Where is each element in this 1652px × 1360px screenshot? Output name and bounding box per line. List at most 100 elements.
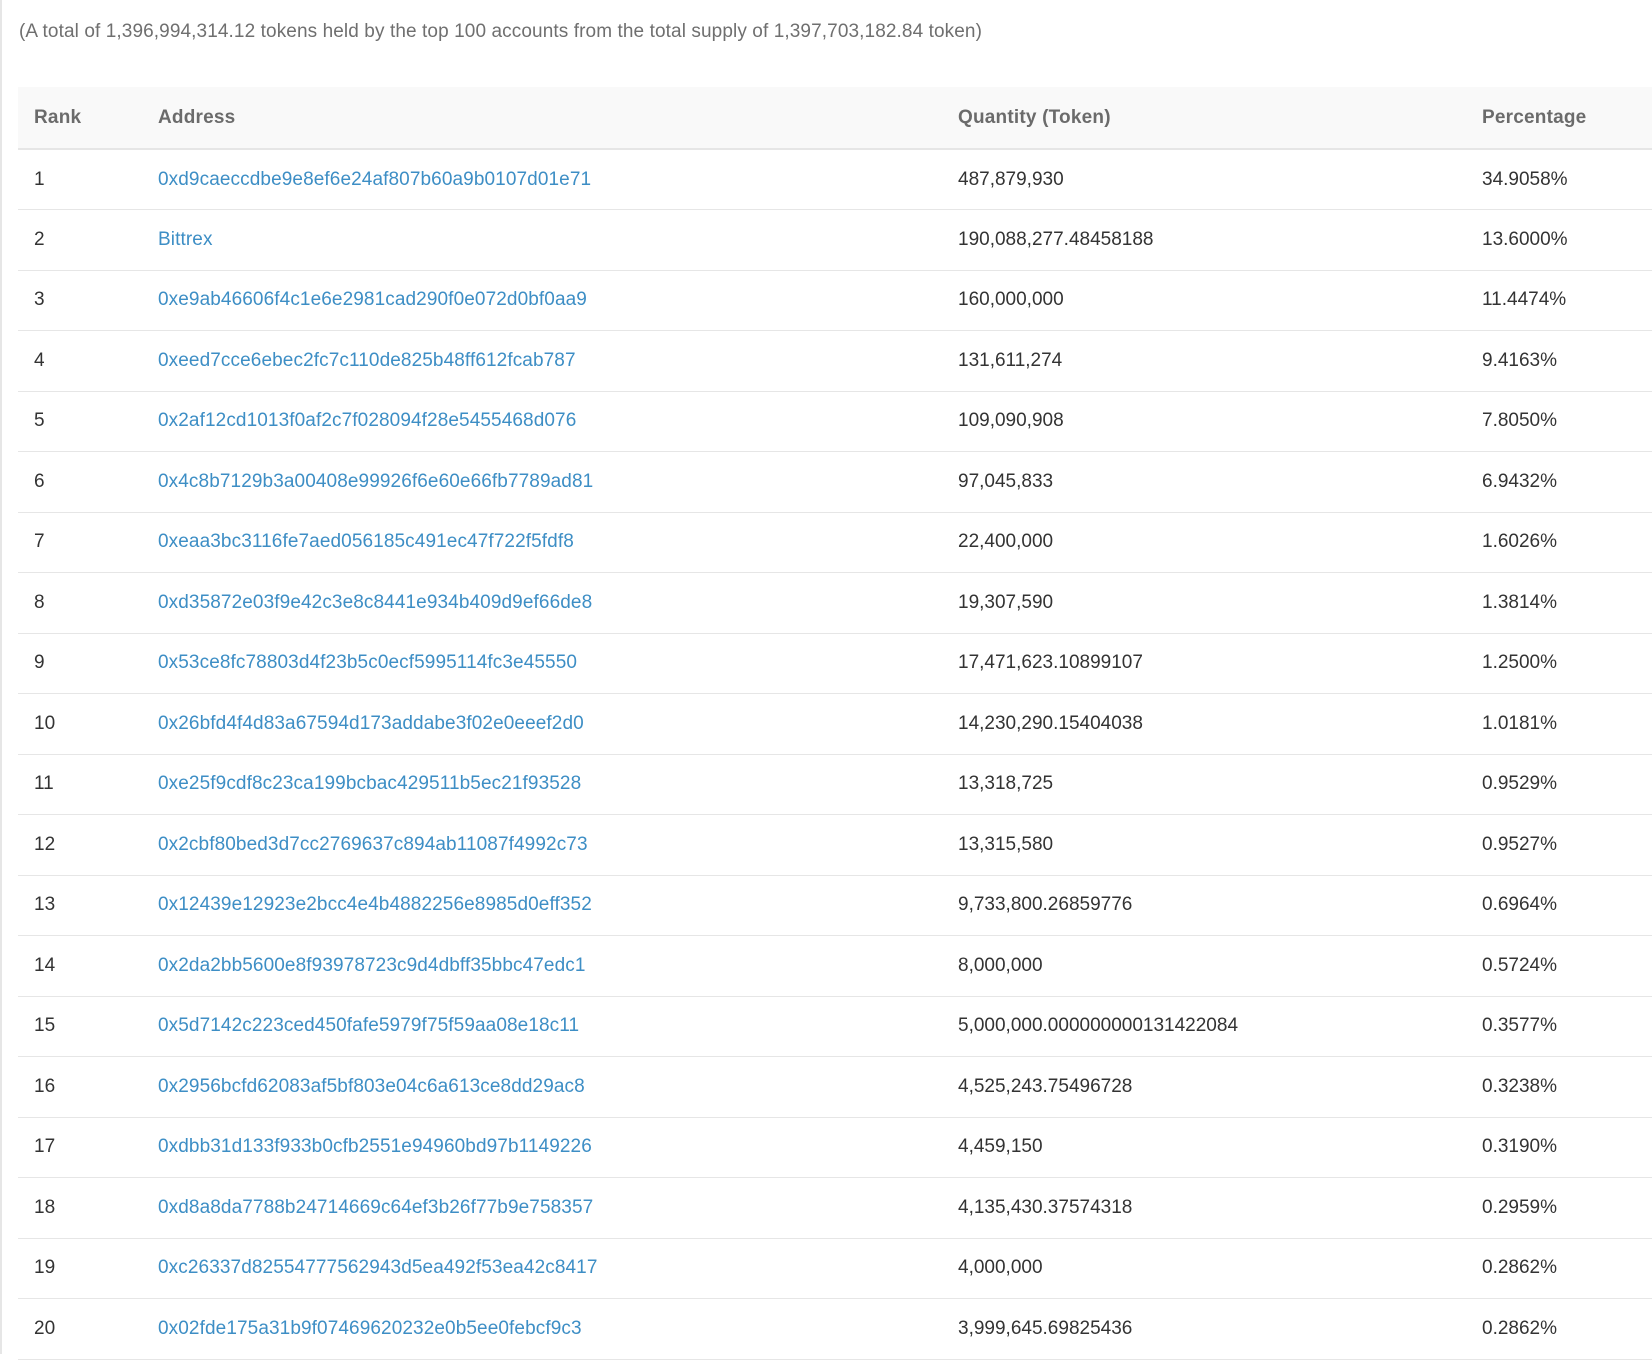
- address-link[interactable]: 0x53ce8fc78803d4f23b5c0ecf5995114fc3e455…: [158, 652, 577, 673]
- quantity-cell: 4,000,000: [942, 1238, 1466, 1299]
- address-link[interactable]: 0x26bfd4f4d83a67594d173addabe3f02e0eeef2…: [158, 713, 584, 734]
- percentage-cell: 9.4163%: [1466, 330, 1652, 392]
- address-link[interactable]: 0x2af12cd1013f0af2c7f028094f28e5455468d0…: [158, 410, 576, 431]
- percentage-cell: 1.2500%: [1466, 633, 1652, 694]
- rank-cell: 20: [18, 1298, 142, 1360]
- address-link[interactable]: 0xe9ab46606f4c1e6e2981cad290f0e072d0bf0a…: [158, 289, 587, 310]
- address-cell: 0x4c8b7129b3a00408e99926f6e60e66fb7789ad…: [142, 451, 942, 513]
- percentage-cell: 0.2862%: [1466, 1298, 1652, 1360]
- address-cell: 0x02fde175a31b9f07469620232e0b5ee0febcf9…: [142, 1298, 942, 1360]
- table-row: 3 0xe9ab46606f4c1e6e2981cad290f0e072d0bf0…: [18, 270, 1652, 331]
- address-link[interactable]: 0xdbb31d133f933b0cfb2551e94960bd97b11492…: [158, 1136, 592, 1157]
- address-cell: 0x2da2bb5600e8f93978723c9d4dbff35bbc47ed…: [142, 935, 942, 997]
- table-row: 12 0x2cbf80bed3d7cc2769637c894ab11087f499…: [18, 814, 1652, 876]
- address-cell: 0xd9caeccdbe9e8ef6e24af807b60a9b0107d01e…: [142, 149, 942, 210]
- quantity-cell: 190,088,277.48458188: [942, 209, 1466, 271]
- address-cell: 0xd35872e03f9e42c3e8c8441e934b409d9ef66d…: [142, 572, 942, 634]
- quantity-cell: 160,000,000: [942, 270, 1466, 331]
- address-link[interactable]: 0xc26337d82554777562943d5ea492f53ea42c84…: [158, 1257, 598, 1278]
- quantity-cell: 5,000,000.000000000131422084: [942, 996, 1466, 1057]
- percentage-cell: 34.9058%: [1466, 149, 1652, 210]
- quantity-cell: 97,045,833: [942, 451, 1466, 513]
- quantity-cell: 4,459,150: [942, 1117, 1466, 1178]
- rank-cell: 15: [18, 996, 142, 1057]
- rank-cell: 8: [18, 572, 142, 634]
- table-row: 16 0x2956bcfd62083af5bf803e04c6a613ce8dd2…: [18, 1056, 1652, 1118]
- address-link[interactable]: 0x12439e12923e2bcc4e4b4882256e8985d0eff3…: [158, 894, 592, 915]
- address-cell: 0xc26337d82554777562943d5ea492f53ea42c84…: [142, 1238, 942, 1299]
- percentage-cell: 0.2862%: [1466, 1238, 1652, 1299]
- address-link[interactable]: 0xeed7cce6ebec2fc7c110de825b48ff612fcab7…: [158, 350, 576, 371]
- quantity-cell: 8,000,000: [942, 935, 1466, 997]
- percentage-cell: 13.6000%: [1466, 209, 1652, 271]
- address-link[interactable]: 0xd8a8da7788b24714669c64ef3b26f77b9e7583…: [158, 1197, 593, 1218]
- address-link[interactable]: 0x2cbf80bed3d7cc2769637c894ab11087f4992c…: [158, 834, 588, 855]
- column-header-quantity: Quantity (Token): [942, 87, 1466, 150]
- address-link[interactable]: 0x02fde175a31b9f07469620232e0b5ee0febcf9…: [158, 1318, 582, 1339]
- rank-cell: 1: [18, 149, 142, 210]
- rank-cell: 9: [18, 633, 142, 694]
- quantity-cell: 4,525,243.75496728: [942, 1056, 1466, 1118]
- address-cell: 0xeed7cce6ebec2fc7c110de825b48ff612fcab7…: [142, 330, 942, 392]
- percentage-cell: 0.2959%: [1466, 1177, 1652, 1239]
- rank-cell: 2: [18, 209, 142, 271]
- rank-cell: 6: [18, 451, 142, 513]
- table-header-row: Rank Address Quantity (Token) Percentage: [18, 87, 1652, 150]
- quantity-cell: 9,733,800.26859776: [942, 875, 1466, 936]
- address-cell: 0x12439e12923e2bcc4e4b4882256e8985d0eff3…: [142, 875, 942, 936]
- quantity-cell: 19,307,590: [942, 572, 1466, 634]
- address-link[interactable]: 0x4c8b7129b3a00408e99926f6e60e66fb7789ad…: [158, 471, 593, 492]
- token-holders-summary: (A total of 1,396,994,314.12 tokens held…: [19, 21, 983, 42]
- address-link[interactable]: 0xd35872e03f9e42c3e8c8441e934b409d9ef66d…: [158, 592, 592, 613]
- address-cell: 0xeaa3bc3116fe7aed056185c491ec47f722f5fd…: [142, 512, 942, 573]
- token-holders-table: Rank Address Quantity (Token) Percentage…: [18, 87, 1652, 1360]
- address-cell: 0x2cbf80bed3d7cc2769637c894ab11087f4992c…: [142, 814, 942, 876]
- table-row: 10 0x26bfd4f4d83a67594d173addabe3f02e0eee…: [18, 693, 1652, 755]
- quantity-cell: 3,999,645.69825436: [942, 1298, 1466, 1360]
- percentage-cell: 1.6026%: [1466, 512, 1652, 573]
- table-row: 2 Bittrex 190,088,277.48458188 13.6000%: [18, 209, 1652, 271]
- address-link[interactable]: Bittrex: [158, 229, 213, 250]
- quantity-cell: 17,471,623.10899107: [942, 633, 1466, 694]
- quantity-cell: 13,318,725: [942, 754, 1466, 815]
- address-link[interactable]: 0x5d7142c223ced450fafe5979f75f59aa08e18c…: [158, 1015, 579, 1036]
- quantity-cell: 109,090,908: [942, 391, 1466, 452]
- address-cell: 0xe9ab46606f4c1e6e2981cad290f0e072d0bf0a…: [142, 270, 942, 331]
- rank-cell: 19: [18, 1238, 142, 1299]
- address-link[interactable]: 0xe25f9cdf8c23ca199bcbac429511b5ec21f935…: [158, 773, 581, 794]
- table-row: 13 0x12439e12923e2bcc4e4b4882256e8985d0ef…: [18, 875, 1652, 936]
- table-row: 8 0xd35872e03f9e42c3e8c8441e934b409d9ef66…: [18, 572, 1652, 634]
- address-link[interactable]: 0xd9caeccdbe9e8ef6e24af807b60a9b0107d01e…: [158, 169, 591, 190]
- address-cell: 0xdbb31d133f933b0cfb2551e94960bd97b11492…: [142, 1117, 942, 1178]
- table-row: 5 0x2af12cd1013f0af2c7f028094f28e5455468d…: [18, 391, 1652, 452]
- percentage-cell: 0.5724%: [1466, 935, 1652, 997]
- percentage-cell: 0.6964%: [1466, 875, 1652, 936]
- rank-cell: 5: [18, 391, 142, 452]
- rank-cell: 14: [18, 935, 142, 997]
- rank-cell: 16: [18, 1056, 142, 1118]
- percentage-cell: 7.8050%: [1466, 391, 1652, 452]
- table-body: 1 0xd9caeccdbe9e8ef6e24af807b60a9b0107d01…: [18, 149, 1652, 1360]
- rank-cell: 4: [18, 330, 142, 392]
- quantity-cell: 4,135,430.37574318: [942, 1177, 1466, 1239]
- rank-cell: 13: [18, 875, 142, 936]
- column-header-address: Address: [142, 87, 942, 150]
- table-header: Rank Address Quantity (Token) Percentage: [18, 87, 1652, 150]
- table-row: 11 0xe25f9cdf8c23ca199bcbac429511b5ec21f9…: [18, 754, 1652, 815]
- quantity-cell: 13,315,580: [942, 814, 1466, 876]
- address-link[interactable]: 0x2956bcfd62083af5bf803e04c6a613ce8dd29a…: [158, 1076, 585, 1097]
- percentage-cell: 11.4474%: [1466, 270, 1652, 331]
- table-row: 19 0xc26337d82554777562943d5ea492f53ea42c…: [18, 1238, 1652, 1299]
- table-row: 9 0x53ce8fc78803d4f23b5c0ecf5995114fc3e45…: [18, 633, 1652, 694]
- address-cell: 0x53ce8fc78803d4f23b5c0ecf5995114fc3e455…: [142, 633, 942, 694]
- percentage-cell: 0.3577%: [1466, 996, 1652, 1057]
- rank-cell: 11: [18, 754, 142, 815]
- table-row: 18 0xd8a8da7788b24714669c64ef3b26f77b9e75…: [18, 1177, 1652, 1239]
- percentage-cell: 0.3190%: [1466, 1117, 1652, 1178]
- address-cell: 0xd8a8da7788b24714669c64ef3b26f77b9e7583…: [142, 1177, 942, 1239]
- column-header-rank: Rank: [18, 87, 142, 150]
- address-link[interactable]: 0xeaa3bc3116fe7aed056185c491ec47f722f5fd…: [158, 531, 574, 552]
- address-link[interactable]: 0x2da2bb5600e8f93978723c9d4dbff35bbc47ed…: [158, 955, 586, 976]
- table-row: 14 0x2da2bb5600e8f93978723c9d4dbff35bbc47…: [18, 935, 1652, 997]
- address-cell: Bittrex: [142, 209, 942, 271]
